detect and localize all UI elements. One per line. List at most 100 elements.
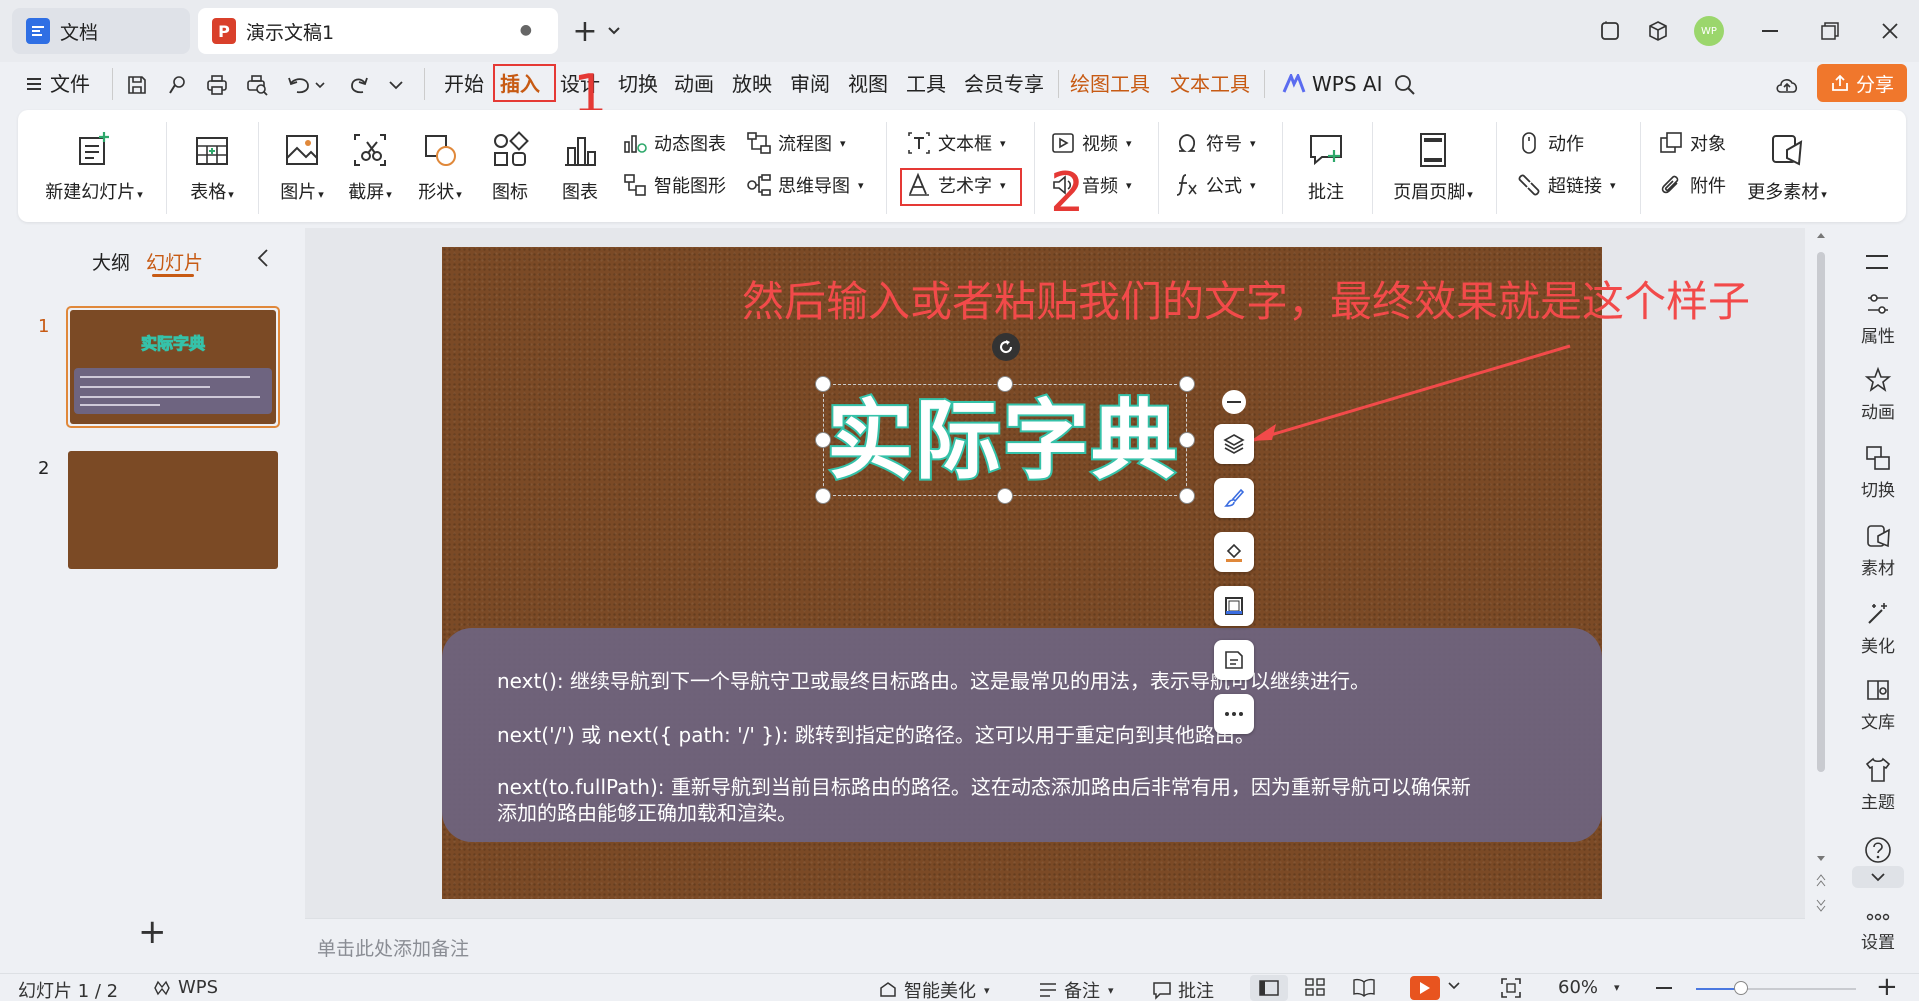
menu-drawing-tools[interactable]: 绘图工具 [1066,67,1154,101]
slide-thumbnail-2[interactable] [68,451,278,569]
zoom-out-icon[interactable] [1656,987,1672,989]
menu-transition[interactable]: 切换 [614,67,662,101]
header-footer-button[interactable]: 页眉页脚 ▾ [1388,130,1478,204]
shape-button[interactable]: 形状 ▾ [410,130,470,204]
tab-presentation[interactable]: P 演示文稿1 ● [198,8,558,54]
format-painter-icon[interactable] [162,68,192,102]
more-options-icon[interactable] [1214,694,1254,734]
sidebar-item-settings[interactable]: 设置 [1845,910,1911,953]
new-tab-button[interactable]: + [570,14,600,49]
play-slideshow-icon[interactable] [1410,976,1440,1000]
resize-handle-bottom[interactable] [997,488,1013,504]
menu-start[interactable]: 开始 [440,67,488,101]
cloud-upload-icon[interactable] [1772,68,1802,102]
menu-review[interactable]: 审阅 [786,67,834,101]
save-icon[interactable] [122,68,152,102]
add-slide-button[interactable]: + [138,912,167,952]
menu-text-tools[interactable]: 文本工具 [1166,67,1254,101]
redo-icon[interactable] [344,68,374,102]
sidebar-menu-icon[interactable] [1866,254,1888,270]
zoom-slider-thumb[interactable] [1734,981,1748,995]
paragraph-3-cont[interactable]: 添加的路由能够正确加载和渲染。 [497,800,797,826]
share-button[interactable]: 分享 [1817,64,1907,102]
comment-button[interactable]: 批注 [1296,130,1356,204]
reading-view-icon[interactable] [1352,977,1376,997]
collapse-panel-icon[interactable] [256,247,270,269]
tab-slides[interactable]: 幻灯片 [146,248,203,275]
sidebar-item-animation[interactable]: 动画 [1845,366,1911,423]
menu-view[interactable]: 视图 [844,67,892,101]
attachment-button[interactable]: 附件 [1658,172,1726,198]
icon-button[interactable]: 图标 [480,130,540,204]
slide-thumbnail-1[interactable]: 实际字典 [70,310,276,424]
undo-button[interactable] [284,68,328,102]
flowchart-button[interactable]: 流程图 ▾ [746,130,846,156]
brush-icon[interactable] [1214,478,1254,518]
smart-beautify-button[interactable]: 智能美化 ▾ [878,977,990,1001]
mindmap-button[interactable]: 思维导图 ▾ [746,172,864,198]
search-icon[interactable] [1390,68,1420,102]
avatar[interactable]: WP [1693,14,1725,48]
close-icon[interactable] [1875,14,1905,48]
zoom-level[interactable]: 60% ▾ [1558,977,1620,998]
sidebar-item-material[interactable]: 素材 [1845,522,1911,579]
paragraph-2[interactable]: next('/') 或 next({ path: '/' }): 跳转到指定的路… [497,722,1255,748]
cube-icon[interactable] [1643,14,1673,48]
vertical-scrollbar[interactable] [1812,228,1830,918]
status-comment-button[interactable]: 批注 [1152,977,1214,1001]
sidebar-item-properties[interactable]: 属性 [1845,290,1911,347]
wordart-text[interactable]: 实际字典 [818,386,1188,496]
menu-animation[interactable]: 动画 [670,67,718,101]
screenshot-button[interactable]: 截屏 ▾ [340,130,400,204]
resize-handle-top-right[interactable] [1179,376,1195,392]
collapse-toolbar-icon[interactable] [1222,390,1246,414]
notes-area[interactable]: 单击此处添加备注 [305,918,1805,972]
text-layout-icon[interactable] [1214,640,1254,680]
fill-bucket-icon[interactable] [1214,532,1254,572]
sidebar-item-library[interactable]: 文库 [1845,676,1911,733]
action-button[interactable]: 动作 [1516,130,1584,156]
symbol-button[interactable]: 符号 ▾ [1174,130,1256,156]
resize-handle-bottom-left[interactable] [815,488,831,504]
rotate-handle-icon[interactable] [992,333,1020,361]
file-menu[interactable]: 文件 [22,67,94,101]
outline-style-icon[interactable] [1214,586,1254,626]
resize-handle-left[interactable] [815,432,831,448]
tab-outline[interactable]: 大纲 [92,248,130,275]
zoom-in-button[interactable]: + [1876,972,1898,1001]
resize-handle-top[interactable] [997,376,1013,392]
tab-list-chevron-icon[interactable] [604,14,624,48]
wps-ai-button[interactable]: WPS AI [1278,67,1386,101]
dynamic-chart-button[interactable]: 动态图表 [622,130,726,156]
help-icon[interactable] [1864,836,1892,864]
video-button[interactable]: 视频 ▾ [1050,130,1132,156]
paragraph-3[interactable]: next(to.fullPath): 重新导航到当前目标路由的路径。这在动态添加… [497,774,1471,800]
layers-icon[interactable] [1214,424,1254,464]
new-slide-button[interactable]: 新建幻灯片 ▾ [40,130,148,204]
menu-member[interactable]: 会员专享 [960,67,1048,101]
slideshow-options-chevron-icon[interactable] [1448,982,1460,990]
print-icon[interactable] [202,68,232,102]
more-chevron-icon[interactable] [384,68,408,102]
sidebar-collapse-chevron-icon[interactable] [1852,866,1904,888]
resize-handle-bottom-right[interactable] [1179,488,1195,504]
sidebar-item-transition[interactable]: 切换 [1845,444,1911,501]
resize-handle-right[interactable] [1179,432,1195,448]
fit-to-window-icon[interactable] [1500,977,1522,999]
hyperlink-button[interactable]: 超链接 ▾ [1516,172,1616,198]
window-layout-icon[interactable] [1595,14,1625,48]
minimize-icon[interactable] [1755,14,1785,48]
grid-view-icon[interactable] [1304,977,1326,997]
textbox-button[interactable]: 文本框 ▾ [906,130,1006,156]
smart-graphic-button[interactable]: 智能图形 [622,172,726,198]
sidebar-item-theme[interactable]: 主题 [1845,756,1911,813]
wps-status[interactable]: WPS [152,977,218,998]
tab-documents[interactable]: 文档 [12,8,190,54]
menu-slideshow[interactable]: 放映 [728,67,776,101]
resize-handle-top-left[interactable] [815,376,831,392]
chart-button[interactable]: 图表 [550,130,610,204]
sidebar-item-beautify[interactable]: 美化 [1845,600,1911,657]
object-button[interactable]: 对象 [1658,130,1726,156]
formula-button[interactable]: 公式 ▾ [1174,172,1256,198]
menu-tools[interactable]: 工具 [902,67,950,101]
